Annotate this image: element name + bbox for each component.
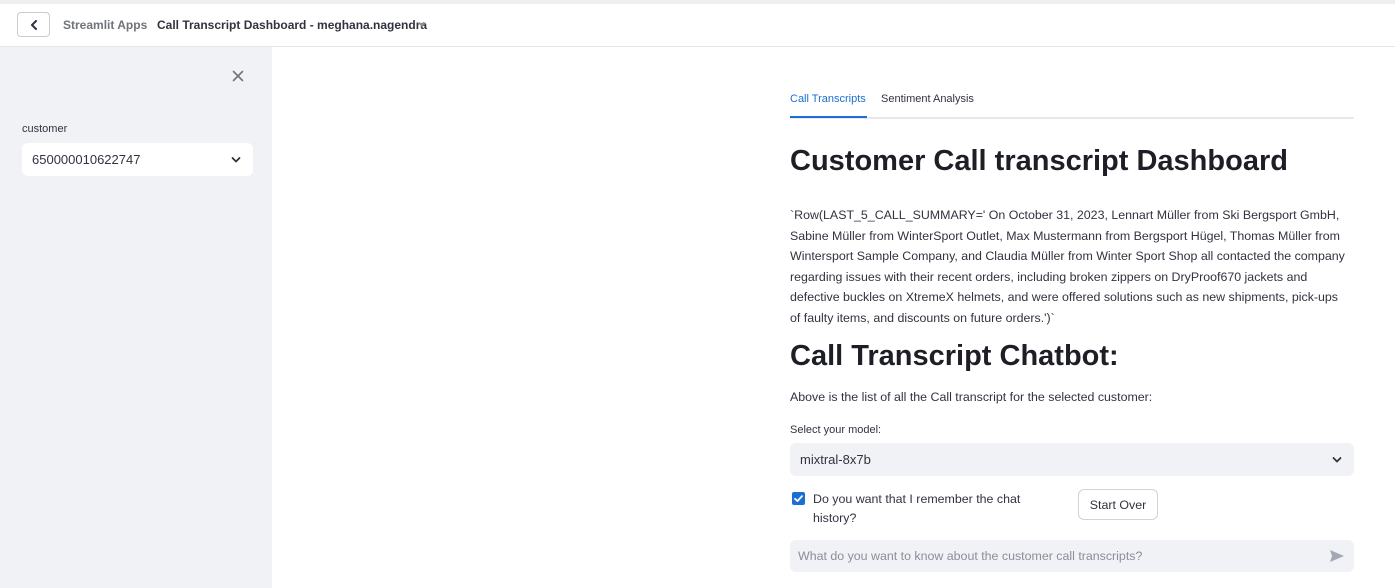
start-over-button[interactable]: Start Over [1078, 489, 1158, 520]
breadcrumb-app[interactable]: Streamlit Apps [63, 18, 147, 32]
remember-history-label[interactable]: Do you want that I remember the chat his… [813, 490, 1053, 528]
chat-input[interactable] [790, 540, 1310, 572]
top-bar: Streamlit Apps Call Transcript Dashboard… [0, 0, 1395, 47]
back-button[interactable] [17, 12, 50, 37]
caret-down-icon[interactable] [418, 23, 426, 27]
tab-call-transcripts[interactable]: Call Transcripts [790, 93, 866, 105]
chevron-down-icon [231, 157, 241, 163]
customer-label: customer [22, 123, 68, 135]
app-title[interactable]: Call Transcript Dashboard - meghana.nage… [157, 18, 427, 32]
chevron-left-icon [30, 19, 37, 30]
active-tab-indicator [790, 116, 867, 118]
checkbox-checked-icon [794, 495, 803, 502]
customer-select-value: 650000010622747 [32, 152, 141, 167]
model-select-value: mixtral-8x7b [800, 452, 871, 467]
sidebar: customer 650000010622747 [0, 47, 272, 588]
remember-history-checkbox[interactable] [792, 492, 805, 505]
tab-bar: Call Transcripts Sentiment Analysis [790, 91, 1354, 119]
close-icon[interactable] [230, 68, 246, 84]
chevron-down-icon [1332, 457, 1342, 463]
tab-sentiment-analysis[interactable]: Sentiment Analysis [881, 93, 974, 105]
page-title: Customer Call transcript Dashboard [790, 145, 1288, 177]
customer-select[interactable]: 650000010622747 [22, 143, 253, 176]
chatbot-title: Call Transcript Chatbot: [790, 340, 1119, 372]
send-icon[interactable] [1329, 549, 1345, 563]
intro-text: Above is the list of all the Call transc… [790, 390, 1153, 404]
model-select-label: Select your model: [790, 424, 882, 436]
call-summary-text: `Row(LAST_5_CALL_SUMMARY=' On October 31… [790, 208, 1345, 325]
chat-input-container [790, 540, 1354, 572]
model-select[interactable]: mixtral-8x7b [790, 443, 1354, 476]
